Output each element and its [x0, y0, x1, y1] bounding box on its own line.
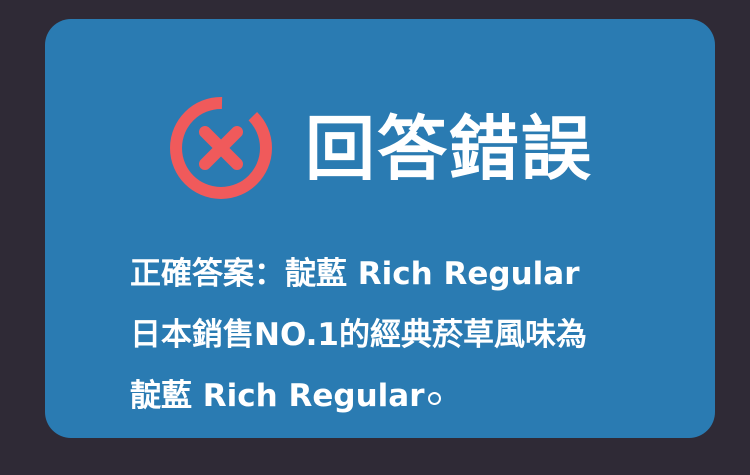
description-product-line: 靛藍 Rich Regular: [130, 366, 730, 427]
correct-answer-line: 正確答案：靛藍 Rich Regular: [130, 244, 730, 305]
answer-details: 正確答案：靛藍 Rich Regular 日本銷售NO.1的經典菸草風味為 靛藍…: [130, 244, 730, 427]
result-header: 回答錯誤: [45, 89, 715, 209]
result-title: 回答錯誤: [305, 108, 593, 190]
answer-result-card: 回答錯誤 正確答案：靛藍 Rich Regular 日本銷售NO.1的經典菸草風…: [45, 19, 715, 438]
full-stop-mark: [427, 392, 441, 405]
correct-answer-label: 正確答案：: [130, 256, 285, 292]
description-product: 靛藍 Rich Regular: [130, 378, 425, 414]
correct-answer-product: 靛藍 Rich Regular: [285, 256, 580, 292]
description-line: 日本銷售NO.1的經典菸草風味為: [130, 317, 587, 353]
wrong-answer-icon: [170, 97, 272, 199]
